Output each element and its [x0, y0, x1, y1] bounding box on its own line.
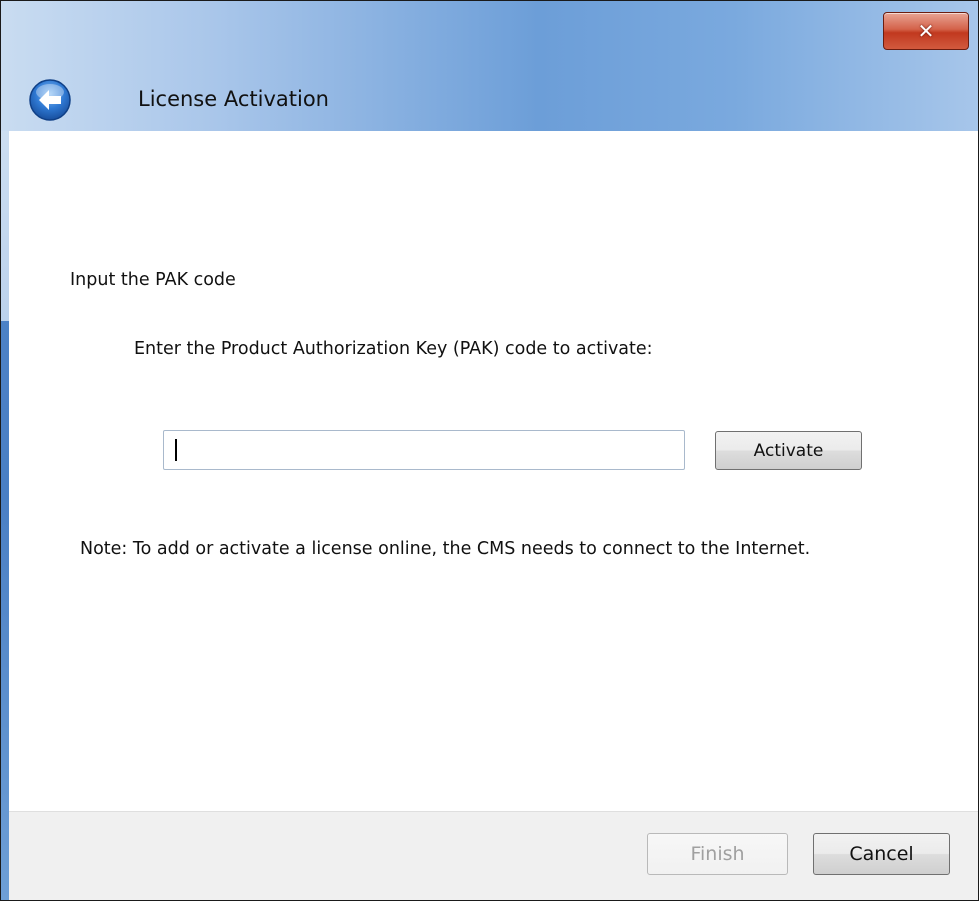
cancel-button[interactable]: Cancel [813, 833, 950, 875]
title-bar: ✕ License Activation [1, 1, 978, 131]
pak-code-input[interactable] [163, 430, 685, 470]
dialog-title: License Activation [138, 87, 329, 111]
text-caret [175, 439, 177, 461]
dialog-window: ✕ License Activation Input the PAK code … [0, 0, 979, 901]
back-arrow-icon [29, 79, 71, 121]
button-bar: Finish Cancel [9, 811, 978, 900]
finish-button[interactable]: Finish [647, 833, 788, 875]
note-text: Note: To add or activate a license onlin… [80, 539, 811, 559]
close-button[interactable]: ✕ [883, 12, 969, 50]
close-icon: ✕ [917, 19, 935, 43]
content-panel: Input the PAK code Enter the Product Aut… [9, 131, 978, 811]
instruction-text: Enter the Product Authorization Key (PAK… [134, 339, 653, 359]
back-button[interactable] [29, 79, 71, 121]
activate-button[interactable]: Activate [715, 431, 862, 470]
section-heading: Input the PAK code [70, 270, 236, 290]
